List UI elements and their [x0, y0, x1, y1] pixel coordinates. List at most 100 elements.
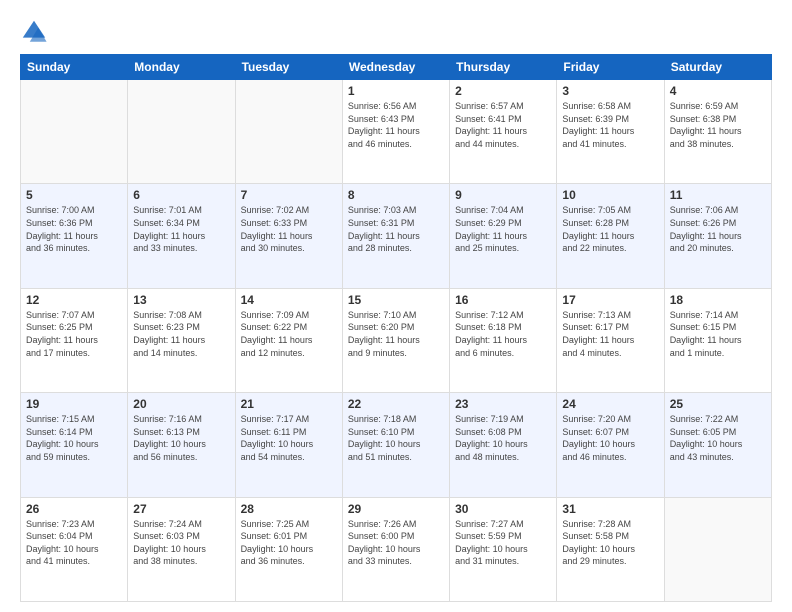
day-info: Sunrise: 7:24 AMSunset: 6:03 PMDaylight:… — [133, 518, 229, 568]
day-number: 24 — [562, 397, 658, 411]
calendar-cell: 23 Sunrise: 7:19 AMSunset: 6:08 PMDayligh… — [450, 393, 557, 497]
col-header-saturday: Saturday — [664, 55, 771, 80]
day-info: Sunrise: 6:56 AMSunset: 6:43 PMDaylight:… — [348, 100, 444, 150]
calendar-header-row: SundayMondayTuesdayWednesdayThursdayFrid… — [21, 55, 772, 80]
day-info: Sunrise: 7:05 AMSunset: 6:28 PMDaylight:… — [562, 204, 658, 254]
day-number: 19 — [26, 397, 122, 411]
day-info: Sunrise: 7:20 AMSunset: 6:07 PMDaylight:… — [562, 413, 658, 463]
calendar-cell: 24 Sunrise: 7:20 AMSunset: 6:07 PMDayligh… — [557, 393, 664, 497]
calendar-cell: 14 Sunrise: 7:09 AMSunset: 6:22 PMDayligh… — [235, 288, 342, 392]
day-info: Sunrise: 6:57 AMSunset: 6:41 PMDaylight:… — [455, 100, 551, 150]
calendar-table: SundayMondayTuesdayWednesdayThursdayFrid… — [20, 54, 772, 602]
day-number: 25 — [670, 397, 766, 411]
day-info: Sunrise: 7:03 AMSunset: 6:31 PMDaylight:… — [348, 204, 444, 254]
calendar-cell: 3 Sunrise: 6:58 AMSunset: 6:39 PMDaylight… — [557, 80, 664, 184]
day-number: 7 — [241, 188, 337, 202]
calendar-cell: 18Sunrise: 7:14 AMSunset: 6:15 PMDayligh… — [664, 288, 771, 392]
day-number: 10 — [562, 188, 658, 202]
day-info: Sunrise: 7:14 AMSunset: 6:15 PMDaylight:… — [670, 309, 766, 359]
col-header-wednesday: Wednesday — [342, 55, 449, 80]
calendar-week-row: 5 Sunrise: 7:00 AMSunset: 6:36 PMDaylight… — [21, 184, 772, 288]
day-number: 8 — [348, 188, 444, 202]
calendar-cell: 16 Sunrise: 7:12 AMSunset: 6:18 PMDayligh… — [450, 288, 557, 392]
day-info: Sunrise: 7:25 AMSunset: 6:01 PMDaylight:… — [241, 518, 337, 568]
day-number: 14 — [241, 293, 337, 307]
logo — [20, 18, 52, 46]
header — [20, 18, 772, 46]
day-info: Sunrise: 7:28 AMSunset: 5:58 PMDaylight:… — [562, 518, 658, 568]
col-header-thursday: Thursday — [450, 55, 557, 80]
calendar-cell: 7 Sunrise: 7:02 AMSunset: 6:33 PMDaylight… — [235, 184, 342, 288]
day-number: 22 — [348, 397, 444, 411]
calendar-cell — [21, 80, 128, 184]
calendar-cell: 21 Sunrise: 7:17 AMSunset: 6:11 PMDayligh… — [235, 393, 342, 497]
calendar-cell: 1 Sunrise: 6:56 AMSunset: 6:43 PMDaylight… — [342, 80, 449, 184]
calendar-week-row: 1 Sunrise: 6:56 AMSunset: 6:43 PMDaylight… — [21, 80, 772, 184]
calendar-cell: 5 Sunrise: 7:00 AMSunset: 6:36 PMDaylight… — [21, 184, 128, 288]
day-number: 30 — [455, 502, 551, 516]
day-number: 6 — [133, 188, 229, 202]
day-info: Sunrise: 7:15 AMSunset: 6:14 PMDaylight:… — [26, 413, 122, 463]
day-info: Sunrise: 7:08 AMSunset: 6:23 PMDaylight:… — [133, 309, 229, 359]
day-info: Sunrise: 7:22 AMSunset: 6:05 PMDaylight:… — [670, 413, 766, 463]
calendar-cell: 2 Sunrise: 6:57 AMSunset: 6:41 PMDaylight… — [450, 80, 557, 184]
calendar-cell: 13 Sunrise: 7:08 AMSunset: 6:23 PMDayligh… — [128, 288, 235, 392]
day-info: Sunrise: 7:26 AMSunset: 6:00 PMDaylight:… — [348, 518, 444, 568]
calendar-cell: 29 Sunrise: 7:26 AMSunset: 6:00 PMDayligh… — [342, 497, 449, 601]
day-number: 13 — [133, 293, 229, 307]
calendar-cell: 22Sunrise: 7:18 AMSunset: 6:10 PMDayligh… — [342, 393, 449, 497]
col-header-sunday: Sunday — [21, 55, 128, 80]
day-info: Sunrise: 6:59 AMSunset: 6:38 PMDaylight:… — [670, 100, 766, 150]
day-number: 12 — [26, 293, 122, 307]
day-number: 16 — [455, 293, 551, 307]
day-info: Sunrise: 7:17 AMSunset: 6:11 PMDaylight:… — [241, 413, 337, 463]
calendar-cell: 4 Sunrise: 6:59 AMSunset: 6:38 PMDaylight… — [664, 80, 771, 184]
day-number: 20 — [133, 397, 229, 411]
calendar-week-row: 12 Sunrise: 7:07 AMSunset: 6:25 PMDayligh… — [21, 288, 772, 392]
day-info: Sunrise: 7:19 AMSunset: 6:08 PMDaylight:… — [455, 413, 551, 463]
calendar-cell: 9Sunrise: 7:04 AMSunset: 6:29 PMDaylight… — [450, 184, 557, 288]
calendar-cell: 20 Sunrise: 7:16 AMSunset: 6:13 PMDayligh… — [128, 393, 235, 497]
day-info: Sunrise: 7:07 AMSunset: 6:25 PMDaylight:… — [26, 309, 122, 359]
day-info: Sunrise: 7:23 AMSunset: 6:04 PMDaylight:… — [26, 518, 122, 568]
day-number: 3 — [562, 84, 658, 98]
day-info: Sunrise: 7:27 AMSunset: 5:59 PMDaylight:… — [455, 518, 551, 568]
day-number: 29 — [348, 502, 444, 516]
calendar-cell: 11Sunrise: 7:06 AMSunset: 6:26 PMDayligh… — [664, 184, 771, 288]
day-number: 5 — [26, 188, 122, 202]
day-number: 27 — [133, 502, 229, 516]
day-number: 17 — [562, 293, 658, 307]
day-number: 31 — [562, 502, 658, 516]
calendar-cell: 17 Sunrise: 7:13 AMSunset: 6:17 PMDayligh… — [557, 288, 664, 392]
day-number: 23 — [455, 397, 551, 411]
day-info: Sunrise: 7:12 AMSunset: 6:18 PMDaylight:… — [455, 309, 551, 359]
calendar-cell: 31 Sunrise: 7:28 AMSunset: 5:58 PMDayligh… — [557, 497, 664, 601]
day-number: 11 — [670, 188, 766, 202]
day-info: Sunrise: 7:01 AMSunset: 6:34 PMDaylight:… — [133, 204, 229, 254]
calendar-cell: 12 Sunrise: 7:07 AMSunset: 6:25 PMDayligh… — [21, 288, 128, 392]
calendar-cell: 6 Sunrise: 7:01 AMSunset: 6:34 PMDaylight… — [128, 184, 235, 288]
day-number: 2 — [455, 84, 551, 98]
day-info: Sunrise: 7:16 AMSunset: 6:13 PMDaylight:… — [133, 413, 229, 463]
calendar-cell: 27 Sunrise: 7:24 AMSunset: 6:03 PMDayligh… — [128, 497, 235, 601]
calendar-week-row: 19 Sunrise: 7:15 AMSunset: 6:14 PMDayligh… — [21, 393, 772, 497]
calendar-cell: 28 Sunrise: 7:25 AMSunset: 6:01 PMDayligh… — [235, 497, 342, 601]
day-info: Sunrise: 7:09 AMSunset: 6:22 PMDaylight:… — [241, 309, 337, 359]
calendar-week-row: 26 Sunrise: 7:23 AMSunset: 6:04 PMDayligh… — [21, 497, 772, 601]
logo-icon — [20, 18, 48, 46]
day-info: Sunrise: 7:04 AMSunset: 6:29 PMDaylight:… — [455, 204, 551, 254]
day-number: 1 — [348, 84, 444, 98]
day-number: 4 — [670, 84, 766, 98]
day-info: Sunrise: 7:13 AMSunset: 6:17 PMDaylight:… — [562, 309, 658, 359]
day-info: Sunrise: 7:02 AMSunset: 6:33 PMDaylight:… — [241, 204, 337, 254]
col-header-tuesday: Tuesday — [235, 55, 342, 80]
calendar-cell: 25 Sunrise: 7:22 AMSunset: 6:05 PMDayligh… — [664, 393, 771, 497]
day-number: 28 — [241, 502, 337, 516]
day-info: Sunrise: 7:00 AMSunset: 6:36 PMDaylight:… — [26, 204, 122, 254]
day-number: 26 — [26, 502, 122, 516]
calendar-cell: 8 Sunrise: 7:03 AMSunset: 6:31 PMDaylight… — [342, 184, 449, 288]
day-info: Sunrise: 6:58 AMSunset: 6:39 PMDaylight:… — [562, 100, 658, 150]
day-number: 21 — [241, 397, 337, 411]
calendar-cell — [664, 497, 771, 601]
calendar-cell: 15Sunrise: 7:10 AMSunset: 6:20 PMDayligh… — [342, 288, 449, 392]
